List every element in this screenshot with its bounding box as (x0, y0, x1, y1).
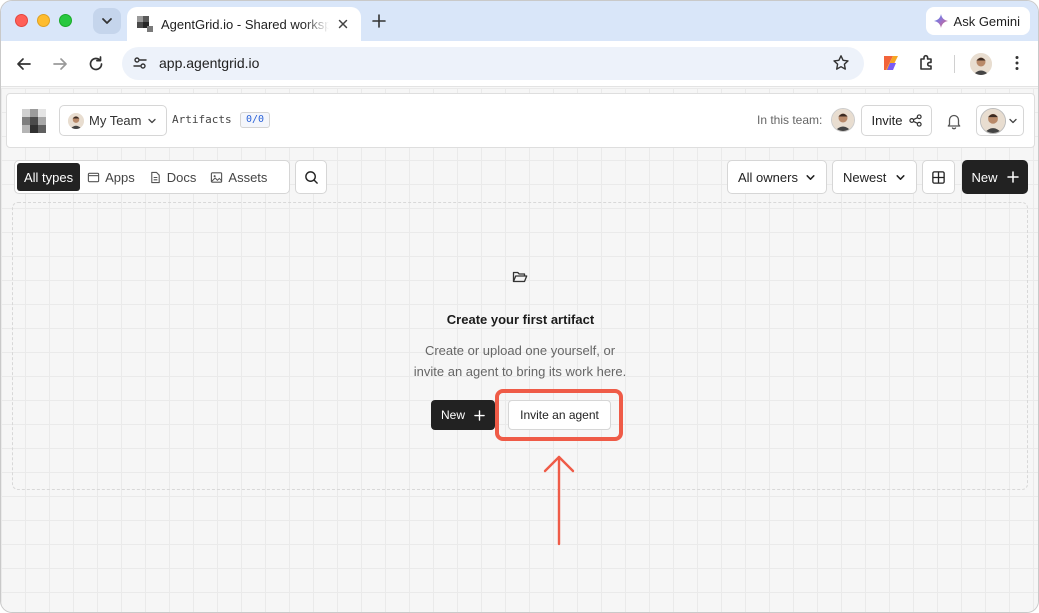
new-tab-icon[interactable] (369, 11, 389, 31)
owners-dropdown[interactable]: All owners (727, 160, 827, 194)
sort-dropdown[interactable]: Newest (832, 160, 917, 194)
app-content: My Team Artifacts 0/0 In this team: Invi… (1, 88, 1038, 612)
minimize-window-button[interactable] (37, 14, 50, 27)
in-this-team-label: In this team: (757, 113, 823, 127)
browser-menu-icon[interactable] (1007, 53, 1027, 73)
folder-open-icon (512, 271, 528, 283)
close-window-button[interactable] (15, 14, 28, 27)
filter-apps[interactable]: Apps (80, 163, 142, 191)
filter-assets-label: Assets (228, 169, 268, 185)
gemini-sparkle-icon (933, 14, 948, 28)
new-artifact-button[interactable]: New (962, 160, 1028, 194)
filter-all-types[interactable]: All types (17, 163, 81, 191)
empty-state-new-label: New (440, 408, 465, 422)
team-selector-label: My Team (89, 113, 142, 128)
new-artifact-button-label: New (971, 169, 998, 185)
back-arrow-icon[interactable] (14, 54, 34, 74)
team-avatar (68, 112, 84, 129)
toolbar-separator (954, 55, 955, 73)
artifacts-label: Artifacts (172, 113, 232, 126)
tab-search-button[interactable] (93, 8, 121, 34)
filter-docs[interactable]: Docs (142, 163, 204, 191)
filter-assets[interactable]: Assets (203, 163, 274, 191)
reload-icon[interactable] (86, 54, 106, 74)
site-favicon-icon (137, 16, 153, 32)
invite-button[interactable]: Invite (861, 105, 932, 136)
type-filter-group: All types Apps Docs Assets (14, 160, 290, 194)
browser-window: AgentGrid.io - Shared workspace Ask Gemi… (0, 0, 1039, 613)
user-avatar (980, 107, 1006, 134)
app-header: My Team Artifacts 0/0 In this team: Invi… (6, 93, 1035, 148)
plus-icon (474, 409, 485, 421)
chevron-down-icon (147, 118, 156, 123)
empty-state-description: Create or upload one yourself, or invite… (370, 340, 670, 382)
browser-toolbar: app.agentgrid.io (1, 41, 1038, 87)
person-avatar-icon (832, 109, 854, 131)
pointer-arrow-icon (543, 455, 575, 546)
tab-title: AgentGrid.io - Shared workspace (161, 16, 329, 32)
profile-avatar[interactable] (970, 53, 992, 75)
window-icon (87, 172, 100, 182)
notification-bell-icon[interactable] (945, 112, 963, 130)
forward-arrow-icon[interactable] (50, 54, 70, 74)
empty-state-title: Create your first artifact (446, 312, 595, 327)
search-icon (304, 170, 318, 184)
document-icon (151, 171, 160, 183)
share-icon (908, 114, 922, 127)
search-button[interactable] (295, 160, 327, 194)
invite-agent-button[interactable]: Invite an agent (508, 400, 611, 430)
grid-view-icon (932, 170, 945, 184)
user-menu-button[interactable] (976, 105, 1024, 136)
invite-button-label: Invite (871, 113, 903, 128)
grid-view-button[interactable] (922, 160, 955, 194)
filter-apps-label: Apps (105, 169, 135, 185)
filter-docs-label: Docs (166, 169, 197, 185)
maximize-window-button[interactable] (59, 14, 72, 27)
empty-state-description-line-2: invite an agent to bring its work here. (413, 364, 627, 379)
image-icon (211, 171, 223, 183)
empty-state-description-line-1: Create or upload one yourself, or (424, 343, 616, 358)
browser-tab-active[interactable]: AgentGrid.io - Shared workspace (127, 7, 361, 41)
empty-state-new-button[interactable]: New (431, 400, 495, 430)
chevron-down-icon (896, 174, 905, 180)
ask-gemini-label: Ask Gemini (953, 13, 1020, 29)
person-avatar-icon (970, 53, 992, 75)
person-avatar-icon (981, 108, 1005, 133)
owners-dropdown-label: All owners (738, 169, 798, 185)
filter-all-types-label: All types (24, 169, 74, 185)
close-tab-icon[interactable] (335, 16, 351, 32)
extension-colorful-icon[interactable] (881, 53, 901, 73)
plus-icon (1006, 171, 1019, 183)
tab-strip: AgentGrid.io - Shared workspace Ask Gemi… (1, 1, 1038, 41)
chevron-down-icon (1009, 118, 1017, 123)
chevron-down-icon (102, 18, 112, 24)
invite-agent-label: Invite an agent (520, 408, 599, 422)
sort-dropdown-label: Newest (843, 169, 887, 185)
team-member-avatar[interactable] (831, 108, 855, 132)
agentgrid-logo-icon[interactable] (22, 109, 46, 133)
person-avatar-icon (68, 112, 84, 129)
team-selector[interactable]: My Team (59, 105, 167, 136)
artifacts-count-badge: 0/0 (240, 112, 271, 128)
chevron-down-icon (806, 174, 815, 180)
ask-gemini-button[interactable]: Ask Gemini (925, 7, 1030, 35)
extensions-puzzle-icon[interactable] (917, 53, 937, 73)
bookmark-star-icon[interactable] (832, 54, 850, 72)
url-text: app.agentgrid.io (159, 55, 260, 71)
site-settings-icon[interactable] (132, 55, 148, 71)
address-bar[interactable]: app.agentgrid.io (122, 47, 864, 80)
